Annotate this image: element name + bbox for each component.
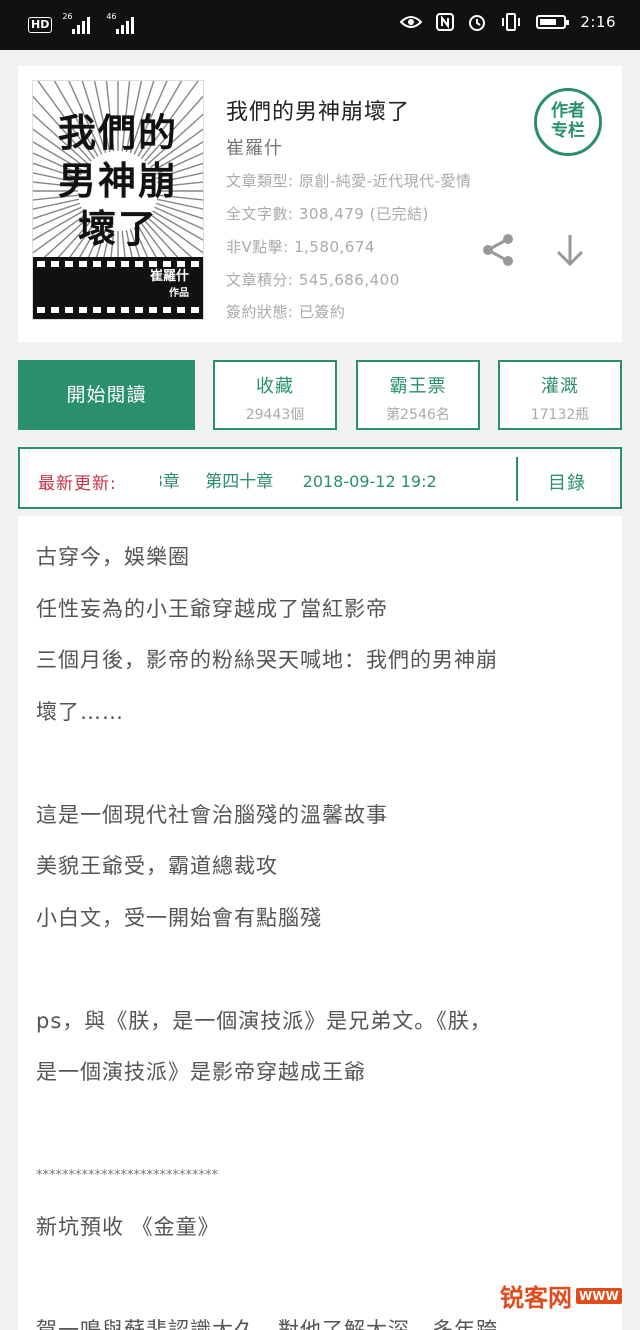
overlord-ticket-rank: 第2546名 [386,407,450,423]
favorite-count: 29443個 [245,407,305,423]
description-line: 壞了…… [36,699,124,724]
description-line: ps，與《朕，是一個演技派》是兄弟文。《朕， [36,1008,492,1033]
hd-icon: HD [28,17,53,33]
start-reading-button[interactable]: 開始閱讀 [18,360,195,430]
watermark-logo: 锐客网 [500,1284,572,1312]
watermark-site: WWW [576,1287,622,1304]
description-line: 任性妄為的小王爺穿越成了當紅影帝 [36,596,388,621]
nfc-icon [436,13,455,31]
book-clicks: 非V點擊: 1,580,674 [226,238,375,256]
download-icon[interactable] [554,232,586,268]
battery-icon [536,15,570,29]
description-line: 三個月後，影帝的粉絲哭天喊地：我們的男神崩 [36,648,498,672]
description-line [36,1099,604,1151]
divider [516,457,518,501]
cover-filmstrip: 崔羅什作品 [33,257,203,319]
latest-update-datetime: 2018-09-12 19:2 [302,472,437,491]
book-title: 我們的男神崩壞了 [226,100,411,125]
description-line: 美貌王爺受，霸道總裁攻 [36,854,278,878]
description-line: 新坑預收 《金童》 [36,1214,220,1239]
book-word-count: 全文字數: 308,479 (已完結) [226,205,429,223]
nourish-count: 17132瓶 [530,407,590,423]
description-line [36,738,604,790]
description-line: 小白文，受一開始會有點腦殘 [36,905,322,930]
clock: 2:16 [580,13,616,31]
description-line: 這是一個現代社會治腦殘的溫馨故事 [36,802,388,827]
author-column-button[interactable]: 作者 专栏 [534,88,602,156]
signal-icon-2: 46 [106,12,140,36]
description-line: 古穿今，娛樂圈 [36,545,190,569]
table-of-contents-button[interactable]: 目錄 [548,469,586,495]
book-description: 古穿今，娛樂圈任性妄為的小王爺穿越成了當紅影帝三個月後，影帝的粉絲哭天喊地：我們… [18,516,622,1330]
book-genre: 文章類型: 原創-純愛-近代現代-愛情 [226,172,472,190]
cover-author-suffix: 作品 [169,288,189,299]
favorite-button[interactable]: 收藏 29443個 [213,360,337,430]
book-card: 我們的男神崩壞了 崔羅什作品 我們的男神崩壞了 崔羅什 文章類型: 原創-純愛-… [18,66,622,342]
vibrate-icon [502,13,521,31]
book-score: 文章積分: 545,686,400 [226,271,400,289]
latest-chapter-title: 第四十章 [205,472,274,492]
latest-update-marquee[interactable]: 8章 第四十章 2018-09-12 19:2 [160,467,516,493]
share-icon[interactable] [480,232,516,268]
nourish-button[interactable]: 灌溉 17132瓶 [498,360,622,430]
latest-update-partial: 8章 [160,472,180,492]
book-cover[interactable]: 我們的男神崩壞了 崔羅什作品 [32,80,204,320]
eye-icon [400,16,423,28]
nourish-label: 灌溉 [541,376,579,397]
book-author[interactable]: 崔羅什 [226,134,283,160]
status-bar: HD 26 46 2:16 [0,0,640,50]
latest-update-label: 最新更新: [38,474,117,494]
overlord-ticket-label: 霸王票 [389,376,447,397]
cover-author: 崔羅什 [149,269,189,284]
signal-icon: 26 [62,12,96,36]
alarm-icon [469,15,486,31]
overlord-ticket-button[interactable]: 霸王票 第2546名 [356,360,480,430]
book-contract-status: 簽約狀態: 已簽約 [226,303,346,321]
site-watermark: 锐客网 WWW [500,1278,622,1313]
description-line [36,944,604,996]
cover-title: 我們的男神崩壞了 [57,110,178,251]
description-line: **************************** [36,1168,218,1183]
latest-update-bar[interactable]: 最新更新: 8章 第四十章 2018-09-12 19:2 目錄 [18,447,622,509]
description-line: 是一個演技派》是影帝穿越成王爺 [36,1060,366,1084]
favorite-label: 收藏 [256,376,294,397]
